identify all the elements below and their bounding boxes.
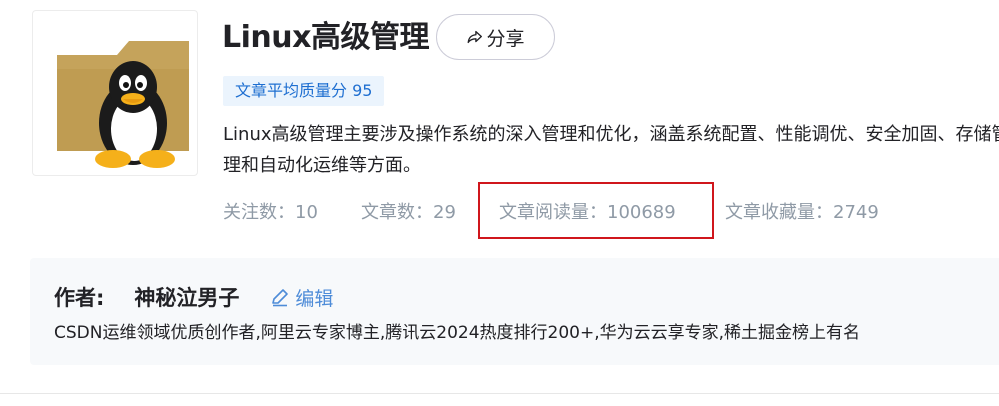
- share-label: 分享: [486, 27, 525, 50]
- stat-favorite-count: 文章收藏量：2749: [725, 202, 879, 223]
- share-arrow-icon: [468, 30, 483, 44]
- author-row: 作者: 神秘泣男子 编辑: [54, 282, 333, 312]
- column-description: Linux高级管理主要涉及操作系统的深入管理和优化，涵盖系统配置、性能调优、安全…: [223, 124, 999, 176]
- quality-score-badge: 文章平均质量分 95: [223, 76, 385, 106]
- share-button[interactable]: 分享: [436, 14, 555, 60]
- column-title: Linux高级管理: [222, 20, 429, 55]
- author-label: 作者:: [54, 286, 105, 310]
- author-card: 作者: 神秘泣男子 编辑 CSDN运维领域优质创作者,阿里云专家博主,腾讯云20…: [30, 258, 999, 365]
- stat-article-count: 文章数：29: [361, 202, 456, 223]
- author-name[interactable]: 神秘泣男子: [134, 282, 239, 312]
- edit-link[interactable]: 编辑: [269, 284, 333, 311]
- divider: [0, 393, 999, 394]
- author-bio: CSDN运维领域优质创作者,阿里云专家博主,腾讯云2024热度排行200+,华为…: [54, 323, 861, 343]
- stat-follow-count: 关注数：10: [223, 202, 318, 223]
- pencil-icon: [272, 289, 289, 307]
- edit-label: 编辑: [295, 287, 334, 310]
- column-cover-image: [32, 10, 198, 176]
- read-count-highlight-box: [478, 182, 714, 239]
- tux-folder-icon: [57, 41, 189, 168]
